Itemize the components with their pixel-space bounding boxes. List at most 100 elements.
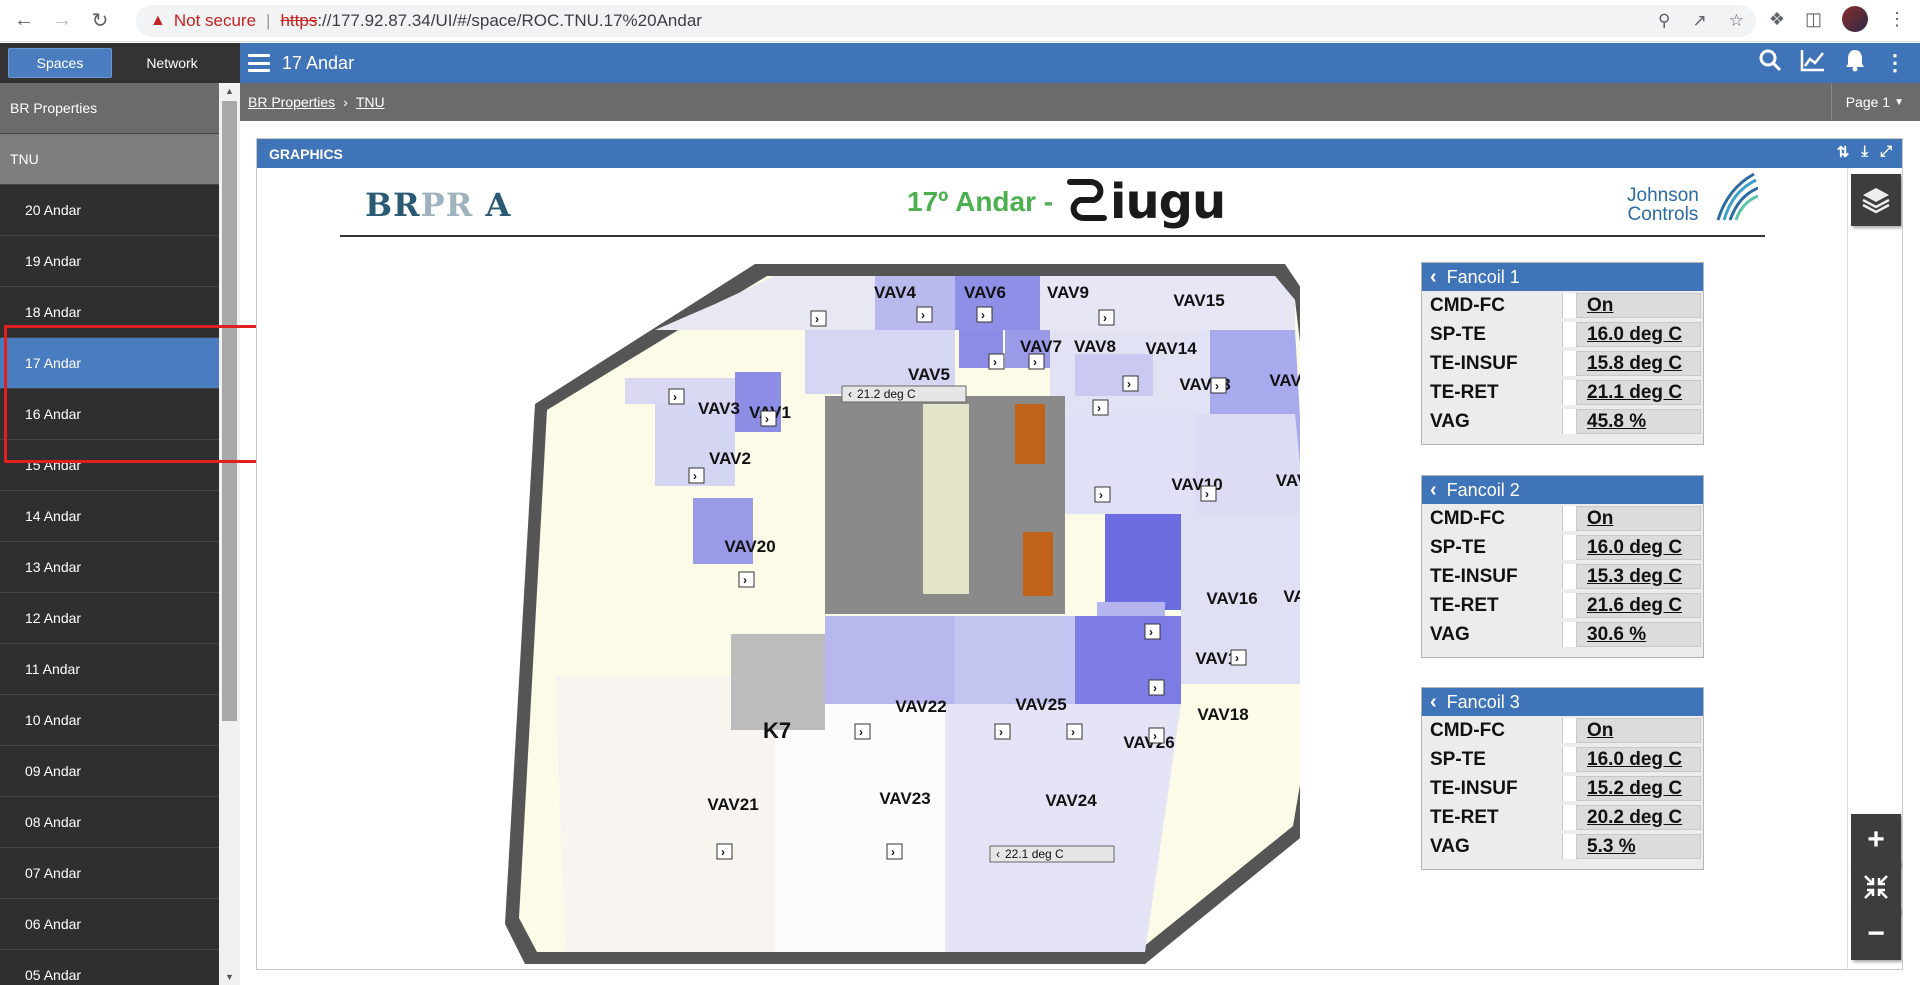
vav-link-icon[interactable]: › [976, 306, 993, 323]
back-icon[interactable]: ← [10, 7, 38, 35]
zoom-in-icon[interactable]: + [1851, 814, 1901, 866]
sidebar-scrollbar[interactable]: ▲ ▼ [219, 83, 240, 985]
chevron-left-icon[interactable]: ‹ [1430, 479, 1437, 502]
sidebar-item[interactable]: 06 Andar [0, 899, 219, 950]
browser-menu-icon[interactable]: ⋮ [1888, 9, 1906, 30]
breadcrumb-tnu[interactable]: TNU [356, 94, 385, 110]
expand-icon[interactable]: ⤢ [1880, 143, 1892, 161]
point-value-field[interactable]: On [1562, 506, 1701, 531]
hamburger-menu-icon[interactable] [248, 54, 270, 72]
point-value-field[interactable]: 16.0 deg C [1562, 535, 1701, 560]
sidebar-item[interactable]: BR Properties [0, 83, 219, 134]
star-icon[interactable]: ☆ [1729, 11, 1744, 31]
point-value[interactable]: 21.6 deg C [1587, 595, 1682, 617]
tab-network[interactable]: Network [120, 48, 224, 78]
bell-icon[interactable] [1844, 48, 1866, 78]
sidebar-item[interactable]: 07 Andar [0, 848, 219, 899]
extensions-icon[interactable]: ❖ [1769, 9, 1785, 30]
point-value[interactable]: 16.0 deg C [1587, 537, 1682, 559]
sidebar-item[interactable]: 09 Andar [0, 746, 219, 797]
vav-link-icon[interactable]: › [916, 306, 933, 323]
sidebar-item[interactable]: 11 Andar [0, 644, 219, 695]
vav-link-icon[interactable]: › [1200, 485, 1217, 502]
fancoil-header[interactable]: ‹ Fancoil 3 [1422, 688, 1703, 716]
trend-chart-icon[interactable] [1800, 48, 1826, 78]
vav-link-icon[interactable]: › [994, 723, 1011, 740]
sidebar-item[interactable]: 10 Andar [0, 695, 219, 746]
point-value[interactable]: 15.8 deg C [1587, 353, 1682, 375]
address-bar[interactable]: ▲ Not secure | https ://177.92.87.34/UI/… [136, 5, 1756, 37]
tab-spaces[interactable]: Spaces [8, 48, 112, 78]
breadcrumb-br-properties[interactable]: BR Properties [248, 94, 335, 110]
more-vertical-icon[interactable]: ⋮ [1884, 50, 1906, 76]
scroll-up-icon[interactable]: ▲ [219, 83, 240, 99]
sidebar-item[interactable]: 20 Andar [0, 185, 219, 236]
sidebar-item[interactable]: 08 Andar [0, 797, 219, 848]
vav-link-icon[interactable]: › [1092, 399, 1109, 416]
point-value-field[interactable]: 5.3 % [1562, 834, 1701, 859]
point-value[interactable]: 15.3 deg C [1587, 566, 1682, 588]
point-value-field[interactable]: On [1562, 293, 1701, 318]
vav-link-icon[interactable]: › [1230, 649, 1247, 666]
point-value[interactable]: 16.0 deg C [1587, 324, 1682, 346]
share-icon[interactable]: ↗ [1693, 11, 1707, 31]
point-value[interactable]: On [1587, 508, 1613, 530]
sidebar-item[interactable]: TNU [0, 134, 219, 185]
vav-link-icon[interactable]: › [810, 310, 827, 327]
vav-link-icon[interactable]: › [1144, 623, 1161, 640]
vav-link-icon[interactable]: › [854, 723, 871, 740]
vav-link-icon[interactable]: › [1094, 486, 1111, 503]
zoom-icon[interactable]: ⚲ [1658, 11, 1670, 31]
point-value-field[interactable]: 21.1 deg C [1562, 380, 1701, 405]
side-panel-icon[interactable]: ◫ [1805, 9, 1822, 30]
vav-link-icon[interactable]: › [1066, 723, 1083, 740]
vav-link-icon[interactable]: › [1122, 375, 1139, 392]
vav-link-icon[interactable]: › [716, 843, 733, 860]
point-value-field[interactable]: 15.8 deg C [1562, 351, 1701, 376]
point-value-field[interactable]: 21.6 deg C [1562, 593, 1701, 618]
point-value-field[interactable]: 16.0 deg C [1562, 322, 1701, 347]
point-value-field[interactable]: 15.2 deg C [1562, 776, 1701, 801]
vav-link-icon[interactable]: › [760, 410, 777, 427]
search-icon[interactable] [1758, 48, 1782, 78]
scroll-down-icon[interactable]: ▼ [219, 969, 240, 985]
point-value[interactable]: 16.0 deg C [1587, 749, 1682, 771]
chevron-left-icon[interactable]: ‹ [1430, 691, 1437, 714]
point-value[interactable]: 21.1 deg C [1587, 382, 1682, 404]
point-value-field[interactable]: 16.0 deg C [1562, 747, 1701, 772]
forward-icon[interactable]: → [48, 7, 76, 35]
vav-link-icon[interactable]: › [688, 467, 705, 484]
point-value[interactable]: 45.8 % [1587, 411, 1646, 433]
fancoil-header[interactable]: ‹ Fancoil 2 [1422, 476, 1703, 504]
sidebar-item[interactable]: 12 Andar [0, 593, 219, 644]
point-value[interactable]: 5.3 % [1587, 836, 1636, 858]
layers-icon[interactable] [1851, 174, 1901, 226]
vav-link-icon[interactable]: › [738, 571, 755, 588]
point-value-field[interactable]: 45.8 % [1562, 409, 1701, 434]
vav-link-icon[interactable]: › [1098, 309, 1115, 326]
vav-link-icon[interactable]: › [1210, 377, 1227, 394]
sidebar-item[interactable]: 14 Andar [0, 491, 219, 542]
download-icon[interactable]: ⤓ [1861, 143, 1868, 161]
reload-icon[interactable]: ↻ [86, 7, 114, 35]
vav-link-icon[interactable]: › [988, 353, 1005, 370]
point-value[interactable]: 15.2 deg C [1587, 778, 1682, 800]
point-value[interactable]: On [1587, 720, 1613, 742]
vav-link-icon[interactable]: › [668, 388, 685, 405]
point-value[interactable]: On [1587, 295, 1613, 317]
vav-link-icon[interactable]: › [1028, 353, 1045, 370]
point-value-field[interactable]: 15.3 deg C [1562, 564, 1701, 589]
zoom-out-icon[interactable]: − [1851, 908, 1901, 960]
sidebar-item[interactable]: 19 Andar [0, 236, 219, 287]
fit-view-icon[interactable] [1851, 861, 1901, 913]
point-value[interactable]: 30.6 % [1587, 624, 1646, 646]
point-value[interactable]: 20.2 deg C [1587, 807, 1682, 829]
vav-link-icon[interactable]: › [1148, 679, 1165, 696]
vav-link-icon[interactable]: › [1148, 727, 1165, 744]
export-icon[interactable]: ⇅ [1837, 143, 1850, 161]
chevron-left-icon[interactable]: ‹ [1430, 266, 1437, 289]
page-selector[interactable]: Page 1 ▼ [1830, 83, 1904, 121]
profile-avatar[interactable] [1842, 6, 1868, 32]
fancoil-header[interactable]: ‹ Fancoil 1 [1422, 263, 1703, 291]
vav-link-icon[interactable]: › [886, 843, 903, 860]
